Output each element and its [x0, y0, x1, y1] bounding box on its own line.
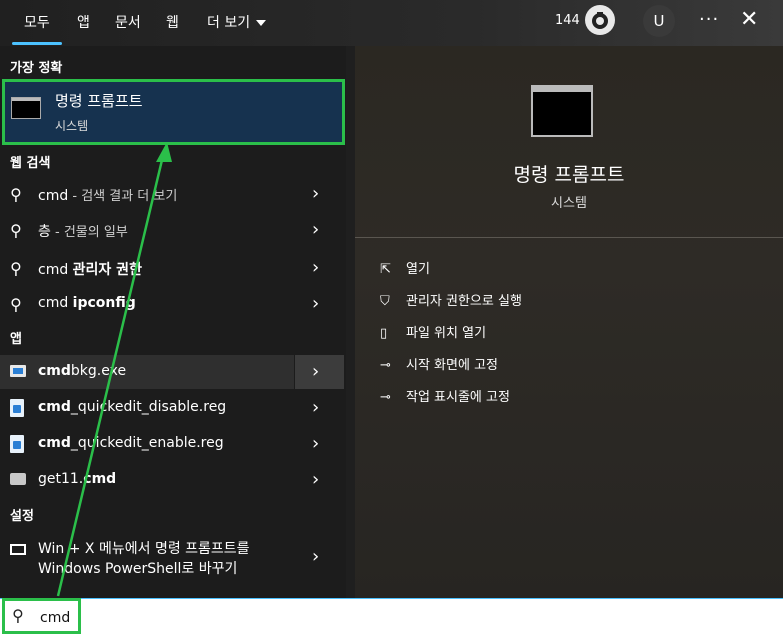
- action-label: 작업 표시줄에 고정: [406, 390, 510, 405]
- best-match-title: 명령 프롬프트: [55, 92, 143, 110]
- section-web-search: 웹 검색: [10, 156, 51, 171]
- search-icon: ⚲: [10, 295, 22, 314]
- app-name-bold: cmd: [38, 399, 71, 415]
- search-icon: ⚲: [10, 221, 22, 240]
- search-input[interactable]: [38, 604, 602, 632]
- web-result-text: cmd: [38, 188, 69, 204]
- search-icon: ⚲: [10, 259, 22, 278]
- app-name-bold: cmd: [38, 435, 71, 451]
- chevron-right-icon[interactable]: ›: [312, 433, 319, 454]
- web-result-hint: - 건물의 일부: [50, 225, 128, 240]
- folder-icon: ▯: [380, 326, 388, 341]
- web-result-row[interactable]: ⚲ cmd - 검색 결과 더 보기 ›: [0, 177, 343, 211]
- tab-more[interactable]: 더 보기: [207, 12, 267, 32]
- chevron-down-icon: [256, 20, 267, 26]
- chevron-right-icon[interactable]: ›: [312, 183, 319, 204]
- pin-icon: ⊸: [380, 390, 391, 405]
- chevron-right-icon[interactable]: ›: [312, 293, 319, 314]
- tab-more-label: 더 보기: [207, 15, 251, 31]
- web-result-row[interactable]: ⚲ cmd 관리자 권한 ›: [0, 251, 343, 285]
- web-result-text: cmd: [38, 262, 73, 278]
- user-avatar[interactable]: U: [643, 5, 675, 37]
- details-subtitle: 시스템: [551, 196, 587, 211]
- app-result-row[interactable]: get11.cmd ›: [0, 463, 343, 497]
- chevron-right-icon[interactable]: ›: [312, 469, 319, 490]
- section-settings: 설정: [10, 509, 34, 524]
- chevron-right-icon[interactable]: ›: [312, 219, 319, 240]
- action-label: 파일 위치 열기: [406, 326, 487, 341]
- more-options-icon[interactable]: ···: [699, 9, 719, 30]
- tab-web[interactable]: 웹: [166, 12, 179, 32]
- app-name-rest: _quickedit_enable.reg: [70, 435, 224, 451]
- command-prompt-icon: [531, 85, 593, 137]
- web-result-hint: - 검색 결과 더 보기: [68, 189, 178, 204]
- best-match-item[interactable]: [2, 80, 345, 144]
- action-open-file-location[interactable]: ▯ 파일 위치 열기: [380, 322, 486, 341]
- close-icon[interactable]: ✕: [740, 7, 758, 32]
- chevron-right-icon[interactable]: ›: [312, 546, 319, 567]
- chevron-right-icon[interactable]: ›: [312, 257, 319, 278]
- web-result-row[interactable]: ⚲ 층 - 건물의 일부 ›: [0, 213, 343, 247]
- app-name-rest: bkg.exe: [70, 363, 127, 379]
- section-apps: 앱: [10, 332, 22, 347]
- chevron-right-icon[interactable]: ›: [312, 397, 319, 418]
- app-name-rest: _quickedit_disable.reg: [70, 399, 227, 415]
- monitor-icon: [10, 544, 26, 555]
- app-icon: [10, 473, 26, 485]
- web-result-text: cmd: [38, 295, 73, 311]
- action-label: 관리자 권한으로 실행: [406, 294, 522, 309]
- pin-icon: ⊸: [380, 358, 391, 373]
- open-icon: ⇱: [380, 262, 391, 277]
- action-open[interactable]: ⇱ 열기: [380, 258, 430, 277]
- web-result-bold: 관리자 권한: [72, 262, 142, 278]
- app-icon: [10, 365, 26, 377]
- action-label: 시작 화면에 고정: [406, 358, 498, 373]
- registry-file-icon: [10, 435, 24, 453]
- chevron-right-icon[interactable]: ›: [312, 361, 319, 382]
- setting-result-row[interactable]: Win + X 메뉴에서 명령 프롬프트를 Windows PowerShell…: [0, 532, 343, 582]
- tab-documents[interactable]: 문서: [115, 12, 141, 32]
- action-pin-to-taskbar[interactable]: ⊸ 작업 표시줄에 고정: [380, 386, 510, 405]
- details-title: 명령 프롬프트: [513, 164, 625, 186]
- rewards-medal-icon[interactable]: [585, 5, 615, 35]
- tab-all[interactable]: 모두: [24, 12, 50, 32]
- rewards-count: 144: [555, 13, 580, 28]
- app-name-bold: cmd: [83, 471, 117, 487]
- app-name-rest: get11.: [38, 471, 84, 487]
- action-label: 열기: [406, 262, 430, 277]
- registry-file-icon: [10, 399, 24, 417]
- setting-line-2: Windows PowerShell로 바꾸기: [38, 561, 238, 577]
- search-icon: ⚲: [10, 185, 22, 204]
- web-result-text: 층: [38, 224, 51, 240]
- app-result-row[interactable]: cmd_quickedit_disable.reg ›: [0, 391, 343, 425]
- app-name-bold: cmd: [38, 363, 71, 379]
- app-result-row[interactable]: cmdbkg.exe ›: [0, 355, 344, 389]
- active-tab-indicator: [12, 42, 62, 45]
- setting-line-1: Win + X 메뉴에서 명령 프롬프트를: [38, 541, 250, 557]
- details-divider: [355, 237, 783, 238]
- best-match-subtitle: 시스템: [55, 119, 89, 133]
- command-prompt-icon: [11, 97, 41, 119]
- web-result-row[interactable]: ⚲ cmd ipconfig ›: [0, 287, 343, 321]
- section-best-match: 가장 정확: [10, 61, 63, 76]
- tab-apps[interactable]: 앱: [77, 12, 90, 32]
- action-pin-to-start[interactable]: ⊸ 시작 화면에 고정: [380, 354, 498, 373]
- action-run-as-admin[interactable]: ⛉ 관리자 권한으로 실행: [380, 290, 522, 309]
- search-icon: ⚲: [12, 606, 24, 625]
- web-result-bold: ipconfig: [72, 295, 136, 311]
- app-result-row[interactable]: cmd_quickedit_enable.reg ›: [0, 427, 343, 461]
- shield-icon: ⛉: [380, 294, 390, 309]
